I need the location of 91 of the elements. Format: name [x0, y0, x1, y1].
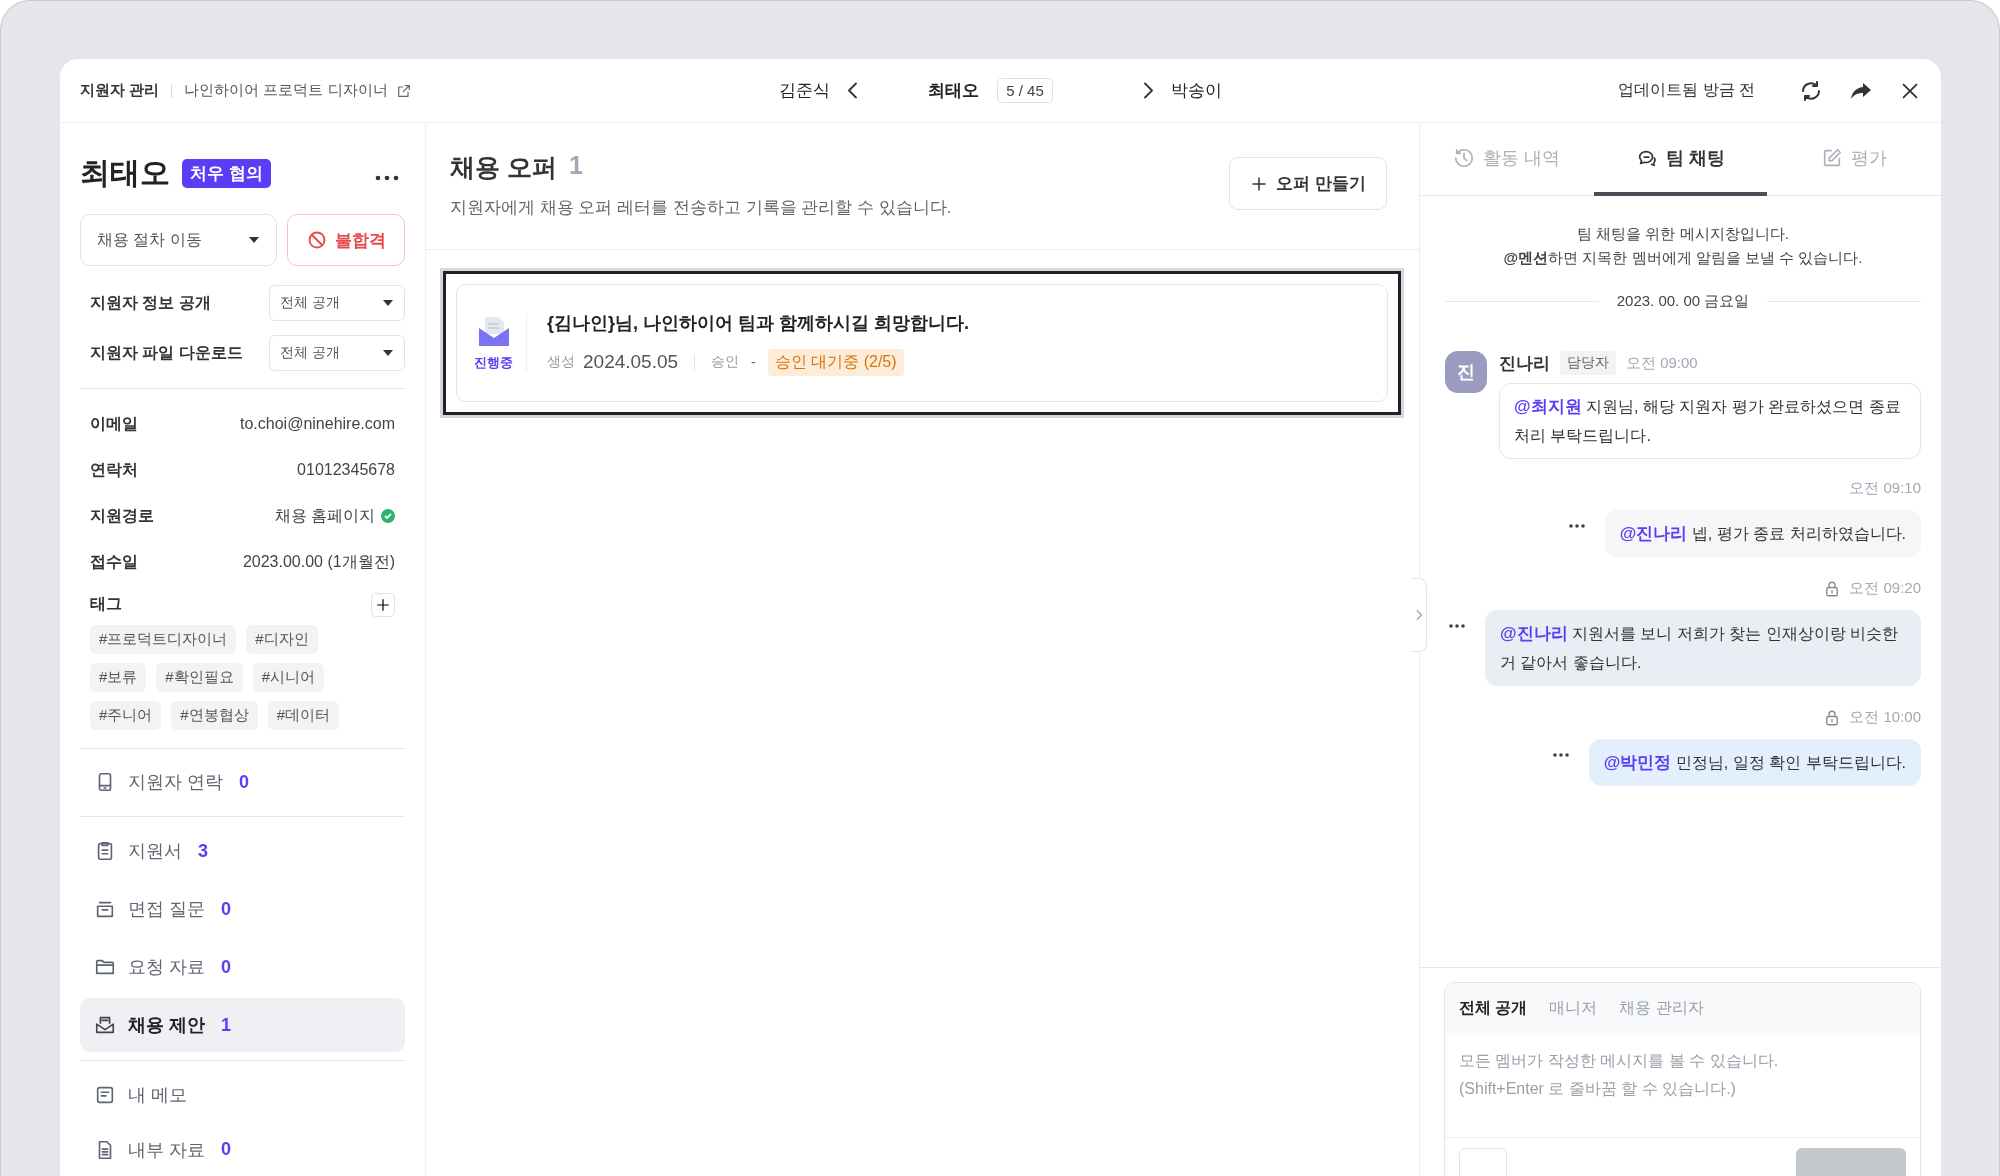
chevron-right-icon	[1142, 82, 1153, 99]
offer-card[interactable]: 진행중 {김나인}님, 나인하이어 팀과 함께하시길 희망합니다. 생성 2024.05.05 승인 - 승인 대기중 (2/5)	[456, 284, 1388, 402]
section-title: 채용 오퍼	[450, 152, 557, 183]
add-tag-button[interactable]	[371, 592, 395, 617]
tag: #연봉협상	[171, 700, 258, 730]
message-composer[interactable]: 전체 공개 매니저 채용 관리자 모든 멤버가 작성한 메시지를 볼 수 있습니다. (Shift+Enter 로 줄바꿈 할 수 있습니다.)	[1444, 982, 1921, 1176]
collapse-handle[interactable]	[1411, 578, 1427, 652]
info-value: 채용 홈페이지	[274, 505, 375, 526]
envelope-letter-icon	[476, 314, 511, 348]
create-offer-button[interactable]: 오퍼 만들기	[1229, 157, 1387, 210]
more-icon	[1449, 624, 1465, 628]
info-value: to.choi@ninehire.com	[240, 415, 395, 434]
check-circle-icon	[381, 509, 395, 524]
plus-icon	[375, 596, 391, 613]
stage-badge: 처우 협의	[182, 159, 271, 188]
breadcrumb-label: 지원자 관리	[80, 81, 160, 100]
tag: #디자인	[246, 624, 318, 654]
info-label: 지원경로	[90, 505, 154, 526]
nav-item[interactable]: 지원자 연락 0	[80, 756, 405, 808]
avatar: 진	[1445, 351, 1487, 393]
info-label: 연락처	[90, 459, 138, 480]
external-link-icon	[395, 82, 412, 99]
plus-icon	[1250, 174, 1269, 193]
message-time: 오전 09:00	[1626, 353, 1698, 373]
visibility-select[interactable]: 전체 공개	[269, 285, 405, 322]
caret-icon	[248, 236, 260, 244]
tag: #데이터	[267, 700, 340, 730]
job-link[interactable]: 나인하이어 프로덕트 디자이너	[184, 81, 388, 100]
visibility-select[interactable]: 전체 공개	[269, 335, 405, 372]
approval-value: -	[751, 354, 756, 370]
prohibited-icon	[306, 230, 327, 250]
tags-label: 태그	[90, 594, 122, 615]
setting-label: 지원자 파일 다운로드	[90, 342, 243, 363]
chevron-right-icon	[1415, 610, 1422, 620]
info-label: 접수일	[90, 551, 138, 572]
more-icon	[1552, 753, 1569, 757]
nav-item[interactable]: 채용 제안 1	[80, 998, 405, 1053]
offer-status: 진행중	[474, 354, 513, 372]
tag: #확인필요	[156, 662, 243, 692]
refresh-button[interactable]	[1799, 78, 1823, 103]
message-bubble: @최지원 지원님, 해당 지원자 평가 완료하셨으면 종료 처리 부탁드립니다.	[1499, 383, 1921, 459]
info-value: 01012345678	[297, 461, 395, 480]
date-separator: 2023. 00. 00 금요일	[1616, 292, 1750, 311]
chat-intro: 팀 채팅을 위한 메시지창입니다. @멘션하면 지목한 멤버에게 알림을 보낼 수 있습니다.	[1502, 224, 1864, 268]
more-icon	[375, 174, 399, 181]
created-label: 생성	[547, 353, 575, 371]
message-time: 오전 09:20	[1849, 579, 1921, 598]
message-time: 오전 09:10	[1849, 479, 1921, 498]
offer-title: {김나인}님, 나인하이어 팀과 함께하시길 희망합니다.	[547, 311, 969, 335]
next-candidate-link[interactable]: 박송이	[1170, 79, 1222, 102]
previous-button[interactable]	[848, 82, 859, 99]
tag: #주니어	[90, 700, 162, 730]
approval-label: 승인	[711, 353, 740, 371]
section-description: 지원자에게 채용 오퍼 레터를 전송하고 기록을 관리할 수 있습니다.	[450, 197, 952, 219]
candidate-name: 최태오	[80, 155, 170, 191]
created-date: 2024.05.05	[583, 351, 679, 373]
tag: #시니어	[252, 662, 325, 692]
caret-icon	[382, 349, 394, 358]
history-icon	[1453, 146, 1476, 169]
chevron-left-icon	[848, 82, 859, 99]
nav-item[interactable]: 내부 자료 0	[80, 1124, 405, 1175]
tag: #프로덕트디자이너	[90, 624, 237, 654]
setting-label: 지원자 정보 공개	[90, 292, 211, 313]
message-author: 진나리	[1499, 352, 1550, 375]
message-bubble: @진나리 지원서를 보니 저희가 찾는 인재상이랑 비슷한 거 같아서 좋습니다.	[1485, 610, 1921, 686]
message-bubble: @진나리 넵, 평가 종료 처리하였습니다.	[1604, 510, 1921, 557]
update-status: 업데이트됨 방금 전	[1618, 80, 1755, 100]
nav-item[interactable]: 요청 자료 0	[80, 940, 405, 995]
message-time: 오전 10:00	[1849, 708, 1921, 727]
stage-select[interactable]: 채용 절차 이동	[80, 214, 277, 266]
panel-tab[interactable]: 팀 채팅	[1593, 123, 1768, 196]
section-count: 1	[568, 151, 583, 181]
refresh-icon	[1799, 78, 1823, 103]
nav-item[interactable]: 내 메모	[80, 1069, 405, 1121]
info-label: 이메일	[90, 413, 138, 434]
more-icon	[1568, 524, 1585, 528]
nav-item[interactable]: 면접 질문 0	[80, 882, 405, 937]
tag: #보류	[90, 662, 147, 692]
role-badge: 담당자	[1560, 351, 1616, 375]
message-bubble: @박민정 민정님, 일정 확인 부탁드립니다.	[1588, 739, 1921, 786]
position-counter: 5 / 45	[997, 78, 1053, 103]
reject-button[interactable]: 불합격	[287, 214, 405, 266]
nav-item[interactable]: 지원서 3	[80, 824, 405, 879]
audience-tab[interactable]: 전체 공개	[1459, 997, 1528, 1019]
current-candidate-name: 최태오	[928, 80, 980, 102]
approval-status: 승인 대기중 (2/5)	[767, 348, 904, 376]
caret-icon	[382, 299, 394, 308]
info-value: 2023.00.00 (1개월전)	[242, 551, 395, 572]
previous-candidate-link[interactable]: 김준식	[779, 79, 831, 102]
next-button[interactable]	[1142, 82, 1153, 99]
edit-icon	[1821, 146, 1844, 169]
